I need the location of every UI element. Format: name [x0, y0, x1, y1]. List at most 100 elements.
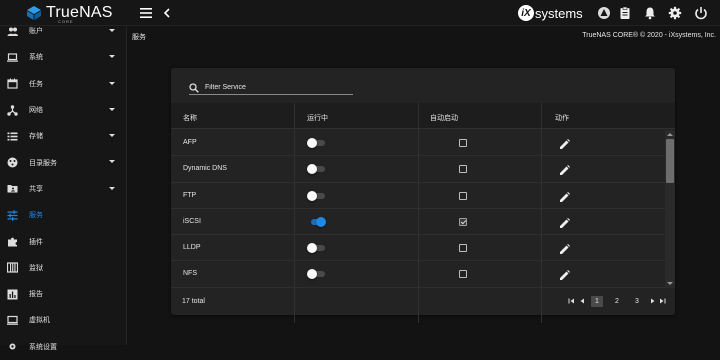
- notifications-button[interactable]: [643, 6, 657, 20]
- chevron-left-icon: [163, 8, 170, 18]
- caret-down-icon: [109, 29, 115, 32]
- sidebar-item[interactable]: 报告: [0, 281, 127, 307]
- list-icon: [7, 131, 18, 142]
- toggle-thumb: [307, 269, 317, 280]
- column-header-running[interactable]: 运行中: [307, 113, 328, 123]
- ix-text: systems: [535, 5, 583, 21]
- collapse-sidebar-button[interactable]: [160, 6, 174, 20]
- hamburger-icon: [140, 8, 152, 18]
- running-toggle[interactable]: [307, 138, 326, 148]
- caret-down-icon: [109, 107, 115, 111]
- filter-field[interactable]: [189, 81, 353, 95]
- directory-icon: [7, 157, 18, 168]
- page-3-button[interactable]: 3: [631, 296, 643, 307]
- power-button[interactable]: [694, 6, 708, 20]
- edit-service-button[interactable]: [559, 163, 570, 176]
- edit-service-button[interactable]: [559, 242, 570, 255]
- first-page-button[interactable]: [567, 296, 577, 306]
- folder-share-icon: [7, 183, 18, 194]
- scroll-up-arrow[interactable]: [667, 133, 673, 136]
- tasks-button[interactable]: [618, 6, 632, 20]
- caret-down-icon: [109, 81, 115, 85]
- sidebar-item[interactable]: 网络: [0, 97, 127, 123]
- autostart-checkbox[interactable]: [459, 270, 467, 279]
- chevron-right-icon: [650, 298, 654, 304]
- service-name: AFP: [183, 139, 197, 146]
- pencil-icon: [560, 139, 570, 149]
- last-page-icon: [660, 298, 666, 304]
- sidebar-item[interactable]: 监狱: [0, 255, 127, 281]
- page-1-button[interactable]: 1: [591, 295, 603, 307]
- sidebar: 账户 系统 任务 网络 存储 目录服务 共享 服务 插件 监狱 报告 虚拟机 系统设置: [0, 26, 127, 351]
- prev-page-button[interactable]: [577, 296, 587, 306]
- edit-service-button[interactable]: [559, 137, 570, 149]
- column-header-name[interactable]: 名称: [183, 113, 197, 123]
- sidebar-item-label: 系统: [29, 54, 43, 62]
- caret-down-icon: [109, 55, 115, 59]
- sidebar-item[interactable]: 虚拟机: [0, 307, 127, 333]
- running-toggle[interactable]: [307, 269, 326, 280]
- sidebar-item-label: 虚拟机: [29, 317, 50, 325]
- running-toggle[interactable]: [307, 243, 326, 254]
- next-page-button[interactable]: [647, 296, 657, 306]
- first-page-icon: [568, 298, 574, 304]
- sidebar-item[interactable]: 共享: [0, 176, 127, 202]
- network-icon: [7, 104, 18, 116]
- edit-service-button[interactable]: [559, 268, 570, 281]
- sidebar-item[interactable]: 目录服务: [0, 149, 127, 175]
- breadcrumb-bar: 服务 TrueNAS CORE® © 2020 - iXsystems, Inc…: [128, 26, 720, 46]
- services-card: 名称 运行中 自动启动 动作 AFP Dynamic DNS FTP iSCSI LLD…: [171, 68, 675, 323]
- breadcrumb: 服务: [132, 34, 146, 41]
- service-name: Dynamic DNS: [183, 165, 227, 173]
- caret-down-icon: [109, 186, 115, 190]
- autostart-checkbox[interactable]: [459, 217, 467, 226]
- settings-icon: [7, 341, 18, 352]
- sidebar-item[interactable]: 插件: [0, 228, 127, 254]
- chevron-left-icon: [580, 298, 584, 304]
- settings-button[interactable]: [668, 6, 682, 20]
- computer-icon: [7, 315, 18, 326]
- service-name: FTP: [183, 191, 197, 199]
- sidebar-item[interactable]: 任务: [0, 71, 127, 97]
- sidebar-item[interactable]: 存储: [0, 123, 127, 149]
- running-toggle[interactable]: [307, 190, 326, 201]
- gear-icon: [668, 6, 682, 20]
- pagination: 1 2 3: [567, 294, 667, 308]
- scroll-down-arrow[interactable]: [667, 282, 673, 285]
- sidebar-item[interactable]: 服务: [0, 202, 127, 228]
- sidebar-item[interactable]: 账户: [0, 18, 127, 44]
- pencil-icon: [560, 165, 570, 176]
- pencil-icon: [560, 244, 570, 255]
- table-footer: 17 total 1 2 3: [171, 288, 675, 315]
- column-header-autostart[interactable]: 自动启动: [430, 113, 458, 123]
- table-scrollbar[interactable]: [665, 130, 675, 288]
- table-row: LLDP: [171, 235, 665, 262]
- sidebar-item-label: 存储: [29, 133, 43, 141]
- chart-icon: [7, 289, 18, 300]
- scrollbar-thumb[interactable]: [666, 139, 674, 183]
- autostart-checkbox[interactable]: [459, 139, 467, 147]
- ixsystems-logo[interactable]: iX systems: [518, 5, 583, 21]
- page-2-button[interactable]: 2: [611, 296, 623, 307]
- autostart-checkbox[interactable]: [459, 191, 467, 200]
- autostart-checkbox[interactable]: [459, 244, 467, 253]
- running-toggle[interactable]: [307, 164, 326, 175]
- autostart-checkbox[interactable]: [459, 165, 467, 174]
- edit-service-button[interactable]: [559, 216, 570, 228]
- toggle-thumb: [307, 243, 317, 254]
- sidebar-item-label: 系统设置: [29, 343, 57, 351]
- sidebar-item-label: 目录服务: [29, 159, 57, 167]
- menu-toggle-button[interactable]: [139, 6, 153, 20]
- pencil-icon: [560, 217, 570, 228]
- truecommand-button[interactable]: [597, 6, 611, 20]
- sidebar-item[interactable]: 系统: [0, 44, 127, 70]
- last-page-button[interactable]: [657, 296, 667, 306]
- calendar-icon: [7, 78, 18, 89]
- service-name: LLDP: [183, 244, 201, 252]
- filter-service-input[interactable]: [205, 84, 345, 91]
- toggle-thumb: [307, 138, 317, 148]
- running-toggle[interactable]: [307, 216, 326, 227]
- edit-service-button[interactable]: [559, 190, 570, 202]
- sidebar-item[interactable]: 系统设置: [0, 334, 127, 360]
- sidebar-item-label: 插件: [29, 238, 43, 246]
